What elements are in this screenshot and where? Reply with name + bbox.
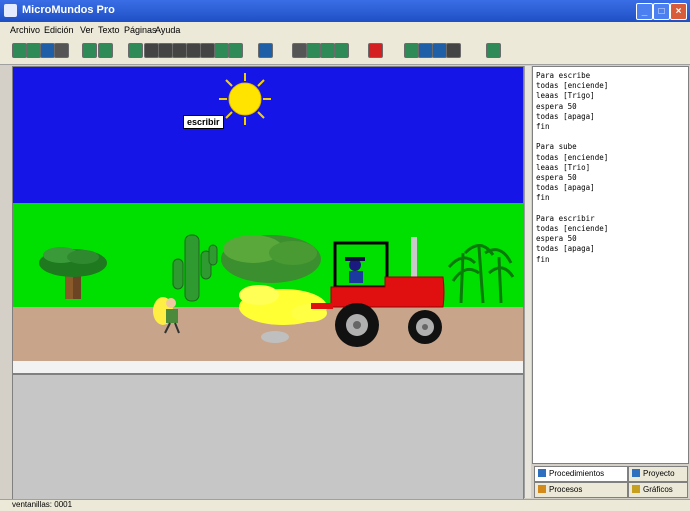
pointer-icon[interactable] (258, 43, 273, 58)
escribir-text-box[interactable]: escribir (183, 115, 224, 129)
procedures-panel[interactable]: Para escribe todas [enciende] leaas [Tri… (532, 66, 689, 464)
project-icon (632, 469, 640, 477)
status-bar: ventanillas: 0001 (0, 499, 690, 511)
record-icon[interactable] (228, 43, 243, 58)
cut-icon[interactable] (82, 43, 97, 58)
app-icon (4, 4, 17, 17)
tree-shape[interactable] (39, 247, 107, 299)
graphics-icon[interactable] (432, 43, 447, 58)
tab-label: Proyecto (643, 469, 675, 478)
shapes-icon[interactable] (418, 43, 433, 58)
help-icon[interactable] (486, 43, 501, 58)
tab-procesos[interactable]: Procesos (534, 482, 628, 498)
procedures-icon (538, 469, 546, 477)
tab-label: Procedimientos (549, 469, 605, 478)
scissors-icon[interactable] (320, 43, 335, 58)
page-canvas[interactable]: escribir (12, 66, 524, 374)
palm-trees-shape[interactable] (447, 244, 515, 304)
turtle-icon[interactable] (128, 43, 143, 58)
menu-paginas[interactable]: Páginas (124, 25, 157, 35)
menu-archivo[interactable]: Archivo (10, 25, 40, 35)
close-button[interactable]: × (670, 3, 687, 20)
undo-icon[interactable] (446, 43, 461, 58)
slider-icon[interactable] (172, 43, 187, 58)
graphics-icon (632, 485, 640, 493)
sun-shape[interactable] (219, 73, 271, 125)
scene-drawing (39, 73, 515, 347)
status-text: ventanillas: 0001 (12, 500, 73, 509)
print-icon[interactable] (54, 43, 69, 58)
paint-icon[interactable] (306, 43, 321, 58)
tab-label: Procesos (549, 485, 583, 494)
hedge-shape[interactable] (221, 235, 321, 283)
text-icon[interactable] (158, 43, 173, 58)
menu-ver[interactable]: Ver (80, 25, 94, 35)
menu-edicion[interactable]: Edición (44, 25, 74, 35)
toolbar (0, 38, 690, 65)
tab-proyecto[interactable]: Proyecto (628, 466, 688, 482)
tractor-shape[interactable] (311, 237, 445, 347)
title-bar: MicroMundos Pro _ □ × (0, 0, 690, 22)
menu-bar: Archivo Edición Ver Texto Páginas Ayuda (0, 22, 690, 38)
processes-icon (538, 485, 546, 493)
maximize-button[interactable]: □ (653, 3, 670, 20)
save-icon[interactable] (40, 43, 55, 58)
video-icon[interactable] (200, 43, 215, 58)
farmer-shape[interactable] (153, 297, 180, 334)
open-icon[interactable] (26, 43, 41, 58)
stretch-icon[interactable] (334, 43, 349, 58)
panel-tabs: Procedimientos Proyecto Procesos Gráfico… (532, 466, 688, 498)
menu-texto[interactable]: Texto (98, 25, 120, 35)
command-center[interactable] (12, 374, 524, 500)
button-icon[interactable] (144, 43, 159, 58)
hay-shape[interactable] (239, 285, 327, 343)
window-title: MicroMundos Pro (22, 4, 115, 16)
procedures-text[interactable]: Para escribe todas [enciende] leaas [Tri… (533, 67, 688, 269)
music-icon[interactable] (186, 43, 201, 58)
copy-icon[interactable] (98, 43, 113, 58)
tab-graficos[interactable]: Gráficos (628, 482, 688, 498)
sound-icon[interactable] (214, 43, 229, 58)
minimize-button[interactable]: _ (636, 3, 653, 20)
eye-icon[interactable] (292, 43, 307, 58)
checkmark-icon[interactable] (404, 43, 419, 58)
cactus-shape[interactable] (172, 234, 218, 302)
stop-icon[interactable] (368, 43, 383, 58)
tab-procedimientos[interactable]: Procedimientos (534, 466, 628, 482)
menu-ayuda[interactable]: Ayuda (155, 25, 180, 35)
new-page-icon[interactable] (12, 43, 27, 58)
vertical-scrollbar[interactable] (524, 66, 531, 498)
tab-label: Gráficos (643, 485, 673, 494)
